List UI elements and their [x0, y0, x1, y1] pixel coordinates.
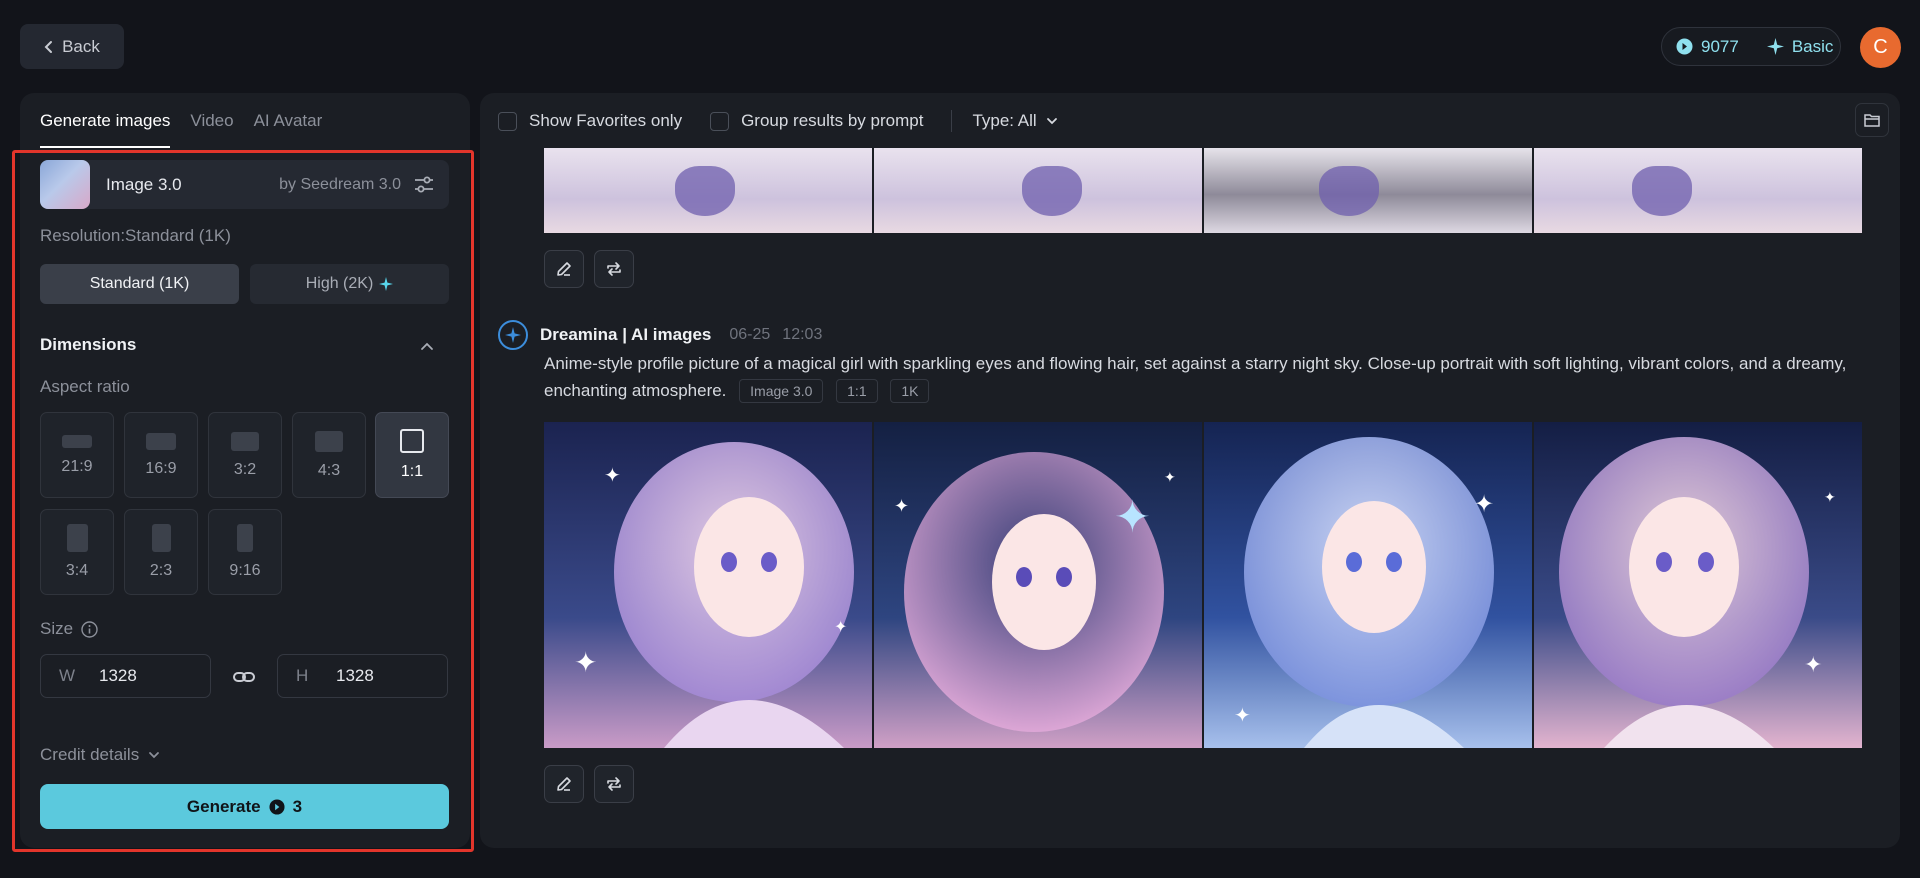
pencil-icon — [557, 777, 571, 791]
favorites-filter[interactable]: Show Favorites only — [498, 111, 682, 131]
tab-ai-avatar[interactable]: AI Avatar — [254, 93, 323, 149]
group-checkbox[interactable] — [710, 111, 730, 131]
result-image[interactable] — [874, 148, 1202, 233]
sparkle-icon — [1766, 38, 1784, 55]
folder-icon — [1864, 114, 1880, 127]
generation-date: 06-25 — [729, 326, 771, 343]
tag-ratio: 1:1 — [836, 379, 878, 403]
edit-button[interactable] — [544, 250, 584, 288]
result-image[interactable]: ✦ ✦ ✦ — [544, 422, 872, 748]
mode-tabs: Generate images Video AI Avatar — [40, 93, 322, 149]
back-label: Back — [62, 36, 100, 56]
dreamina-logo-icon — [498, 320, 528, 350]
result-image[interactable]: ✦ ✦ ✦ — [874, 422, 1202, 748]
type-label: Type: All — [972, 111, 1037, 130]
pencil-icon — [557, 262, 571, 276]
avatar[interactable]: C — [1860, 27, 1901, 68]
result-image[interactable] — [1204, 148, 1532, 233]
svg-text:✦: ✦ — [604, 463, 621, 487]
svg-text:✦: ✦ — [1474, 490, 1494, 518]
divider — [951, 110, 953, 132]
result-image[interactable] — [1534, 148, 1862, 233]
credit-coin-icon — [1676, 38, 1693, 55]
chevron-left-icon — [44, 40, 53, 53]
group-filter[interactable]: Group results by prompt — [710, 111, 923, 131]
highlight-box — [12, 150, 474, 852]
generation-header: Dreamina | AI images 06-25 12:03 — [498, 320, 822, 350]
back-button[interactable]: Back — [20, 24, 124, 69]
svg-text:✦: ✦ — [1114, 492, 1151, 543]
folder-button[interactable] — [1855, 103, 1889, 137]
chevron-down-icon — [1046, 118, 1057, 125]
tag-model: Image 3.0 — [739, 379, 824, 403]
tab-video[interactable]: Video — [190, 93, 233, 149]
svg-text:✦: ✦ — [1164, 470, 1176, 486]
result-image[interactable]: ✦ ✦ — [1204, 422, 1532, 748]
svg-text:✦: ✦ — [1824, 490, 1836, 506]
tag-resolution: 1K — [890, 379, 930, 403]
credits-pill[interactable]: 9077 Basic — [1661, 27, 1841, 66]
edit-button[interactable] — [544, 765, 584, 803]
svg-text:✦: ✦ — [1234, 703, 1251, 727]
favorites-checkbox[interactable] — [498, 111, 517, 131]
generation-prompt: Anime-style profile picture of a magical… — [544, 350, 1864, 404]
tab-generate-images[interactable]: Generate images — [40, 93, 171, 149]
svg-text:✦: ✦ — [834, 617, 847, 636]
repeat-icon — [607, 777, 621, 791]
credits-count: 9077 — [1701, 36, 1739, 56]
generation-time: 12:03 — [782, 326, 823, 343]
generation-title: Dreamina | AI images — [540, 325, 712, 344]
favorites-label: Show Favorites only — [529, 111, 683, 130]
result-image[interactable]: ✦ ✦ — [1534, 422, 1862, 748]
group-label: Group results by prompt — [741, 111, 924, 130]
svg-text:✦: ✦ — [574, 646, 597, 679]
svg-text:✦: ✦ — [894, 496, 909, 517]
result-image[interactable] — [544, 148, 872, 233]
repeat-icon — [607, 262, 621, 276]
plan-label: Basic — [1791, 36, 1834, 56]
svg-text:✦: ✦ — [1804, 653, 1822, 678]
type-dropdown[interactable]: Type: All — [972, 111, 1058, 131]
regenerate-button[interactable] — [594, 765, 634, 803]
regenerate-button[interactable] — [594, 250, 634, 288]
filter-bar: Show Favorites only Group results by pro… — [498, 107, 1087, 135]
